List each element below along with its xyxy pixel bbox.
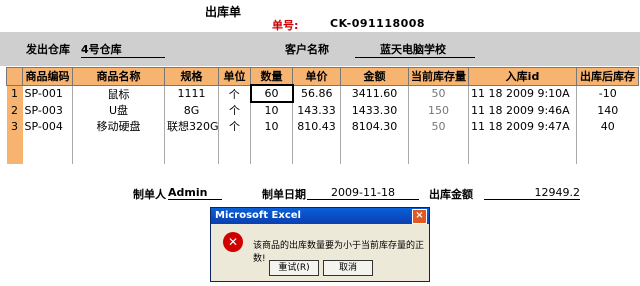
- name-cell[interactable]: 移动硬盘: [72, 118, 165, 134]
- close-icon[interactable]: ×: [412, 209, 427, 224]
- col-header[interactable]: 出库后库存: [576, 67, 639, 86]
- spec-cell[interactable]: 联想320G: [164, 118, 219, 134]
- retry-button[interactable]: 重试(R): [269, 260, 319, 276]
- name-cell[interactable]: 鼠标: [72, 85, 165, 102]
- warehouse-value[interactable]: 4号仓库: [81, 41, 165, 58]
- corner-cell: [6, 67, 23, 86]
- qty-cell-active[interactable]: 60: [249, 84, 294, 103]
- after-cell[interactable]: 140: [576, 102, 639, 118]
- row-number[interactable]: 4: [6, 134, 23, 149]
- date-label: 制单日期: [262, 188, 306, 201]
- spec-cell[interactable]: 8G: [164, 102, 219, 118]
- after-cell[interactable]: -10: [576, 85, 639, 102]
- stock-cell[interactable]: 50: [408, 85, 469, 102]
- col-header[interactable]: 数量: [250, 67, 293, 86]
- row-number[interactable]: 1: [6, 85, 23, 102]
- table-row: 5: [6, 149, 639, 164]
- amount-cell[interactable]: 8104.30: [340, 118, 409, 134]
- qty-cell[interactable]: 10: [250, 102, 293, 118]
- price-cell[interactable]: 143.33: [292, 102, 341, 118]
- after-cell[interactable]: 40: [576, 118, 639, 134]
- row-number[interactable]: 5: [6, 149, 23, 164]
- amount-cell[interactable]: 1433.30: [340, 102, 409, 118]
- inid-cell[interactable]: 11 18 2009 9:10A: [468, 85, 577, 102]
- stock-cell[interactable]: 50: [408, 118, 469, 134]
- total-label: 出库金额: [429, 188, 473, 201]
- code-cell[interactable]: SP-003: [23, 102, 73, 118]
- customer-value[interactable]: 蓝天电脑学校: [355, 41, 475, 58]
- name-cell[interactable]: U盘: [72, 102, 165, 118]
- dialog-titlebar[interactable]: Microsoft Excel ×: [211, 208, 429, 224]
- col-header[interactable]: 入库id: [468, 67, 577, 86]
- goods-table: 商品编码 商品名称 规格 单位 数量 单价 金额 当前库存量 入库id 出库后库…: [6, 67, 639, 164]
- table-row: 1 SP-001 鼠标 1111 个 60 56.86 3411.60 50 1…: [6, 84, 639, 103]
- col-header[interactable]: 金额: [340, 67, 409, 86]
- maker-value[interactable]: Admin: [168, 186, 222, 200]
- col-header[interactable]: 商品编码: [22, 67, 73, 86]
- table-header-row: 商品编码 商品名称 规格 单位 数量 单价 金额 当前库存量 入库id 出库后库…: [6, 67, 639, 86]
- inid-cell[interactable]: 11 18 2009 9:46A: [468, 102, 577, 118]
- unit-cell[interactable]: 个: [218, 85, 251, 102]
- cancel-button[interactable]: 取消: [323, 260, 373, 276]
- amount-cell[interactable]: 3411.60: [340, 85, 409, 102]
- col-header[interactable]: 当前库存量: [408, 67, 469, 86]
- table-row: 2 SP-003 U盘 8G 个 10 143.33 1433.30 150 1…: [6, 102, 639, 118]
- total-value[interactable]: 12949.2: [484, 186, 580, 200]
- customer-label: 客户名称: [285, 43, 329, 56]
- sheet-title: 出库单: [205, 5, 242, 19]
- dialog-title: Microsoft Excel: [215, 210, 301, 221]
- code-cell[interactable]: SP-001: [23, 85, 73, 102]
- stock-cell[interactable]: 150: [408, 102, 469, 118]
- error-dialog: Microsoft Excel × ✕ 该商品的出库数量要为小于当前库存量的正数…: [210, 207, 430, 282]
- warehouse-label: 发出仓库: [26, 43, 70, 56]
- table-row: 4: [6, 134, 639, 149]
- doc-no-value[interactable]: CK-091118008: [330, 17, 425, 30]
- qty-cell[interactable]: 10: [250, 118, 293, 134]
- row-number[interactable]: 2: [6, 102, 23, 118]
- row-number[interactable]: 3: [6, 118, 23, 134]
- col-header[interactable]: 单价: [292, 67, 341, 86]
- unit-cell[interactable]: 个: [218, 102, 251, 118]
- col-header[interactable]: 单位: [218, 67, 251, 86]
- price-cell[interactable]: 810.43: [292, 118, 341, 134]
- inid-cell[interactable]: 11 18 2009 9:47A: [468, 118, 577, 134]
- error-icon: ✕: [223, 232, 243, 252]
- date-value[interactable]: 2009-11-18: [307, 186, 419, 200]
- table-row: 3 SP-004 移动硬盘 联想320G 个 10 810.43 8104.30…: [6, 118, 639, 134]
- code-cell[interactable]: SP-004: [23, 118, 73, 134]
- unit-cell[interactable]: 个: [218, 118, 251, 134]
- spec-cell[interactable]: 1111: [164, 85, 219, 102]
- maker-label: 制单人: [133, 188, 166, 201]
- col-header[interactable]: 规格: [164, 67, 219, 86]
- col-header[interactable]: 商品名称: [72, 67, 165, 86]
- info-band: 发出仓库 4号仓库 客户名称 蓝天电脑学校: [0, 32, 640, 66]
- price-cell[interactable]: 56.86: [292, 85, 341, 102]
- doc-no-label: 单号:: [272, 19, 299, 32]
